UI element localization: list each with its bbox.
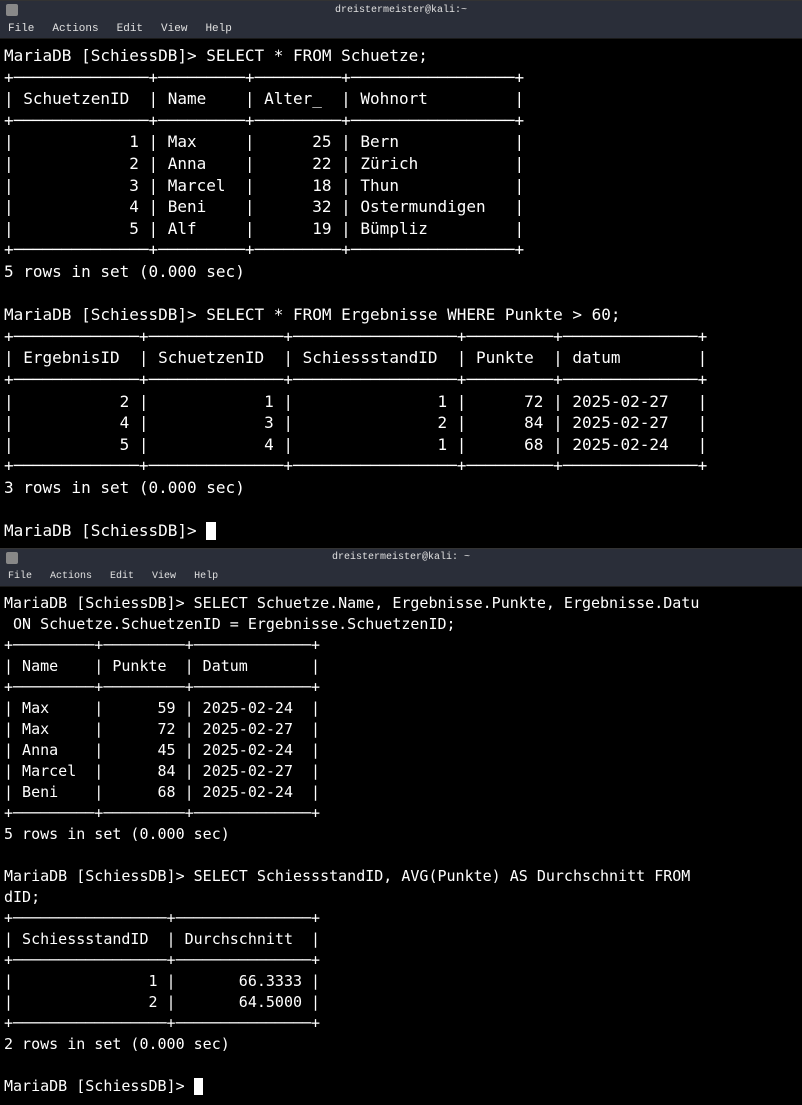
- terminal-output-2[interactable]: MariaDB [SchiessDB]> SELECT Schuetze.Nam…: [0, 587, 802, 1103]
- window-title-2: dreistermeister@kali: ~: [332, 552, 470, 563]
- menu-file[interactable]: File: [4, 569, 36, 584]
- terminal-icon: [6, 552, 18, 564]
- menu-actions[interactable]: Actions: [46, 569, 96, 584]
- titlebar-1: dreistermeister@kali:~: [0, 1, 802, 19]
- menu-actions[interactable]: Actions: [48, 21, 102, 37]
- window-title-1: dreistermeister@kali:~: [335, 5, 467, 16]
- menu-edit[interactable]: Edit: [106, 569, 138, 584]
- menu-help[interactable]: Help: [190, 569, 222, 584]
- cursor: [194, 1078, 203, 1095]
- menu-view[interactable]: View: [148, 569, 180, 584]
- terminal-output-1[interactable]: MariaDB [SchiessDB]> SELECT * FROM Schue…: [0, 39, 802, 548]
- menu-file[interactable]: File: [4, 21, 38, 37]
- menu-edit[interactable]: Edit: [113, 21, 147, 37]
- menubar-2: File Actions Edit View Help: [0, 567, 802, 587]
- menu-help[interactable]: Help: [201, 21, 235, 37]
- menubar-1: File Actions Edit View Help: [0, 19, 802, 39]
- terminal-icon: [6, 4, 18, 16]
- titlebar-2: dreistermeister@kali: ~: [0, 549, 802, 567]
- terminal-window-2: dreistermeister@kali: ~ File Actions Edi…: [0, 548, 802, 1103]
- terminal-window-1: dreistermeister@kali:~ File Actions Edit…: [0, 0, 802, 548]
- menu-view[interactable]: View: [157, 21, 191, 37]
- cursor: [206, 522, 216, 540]
